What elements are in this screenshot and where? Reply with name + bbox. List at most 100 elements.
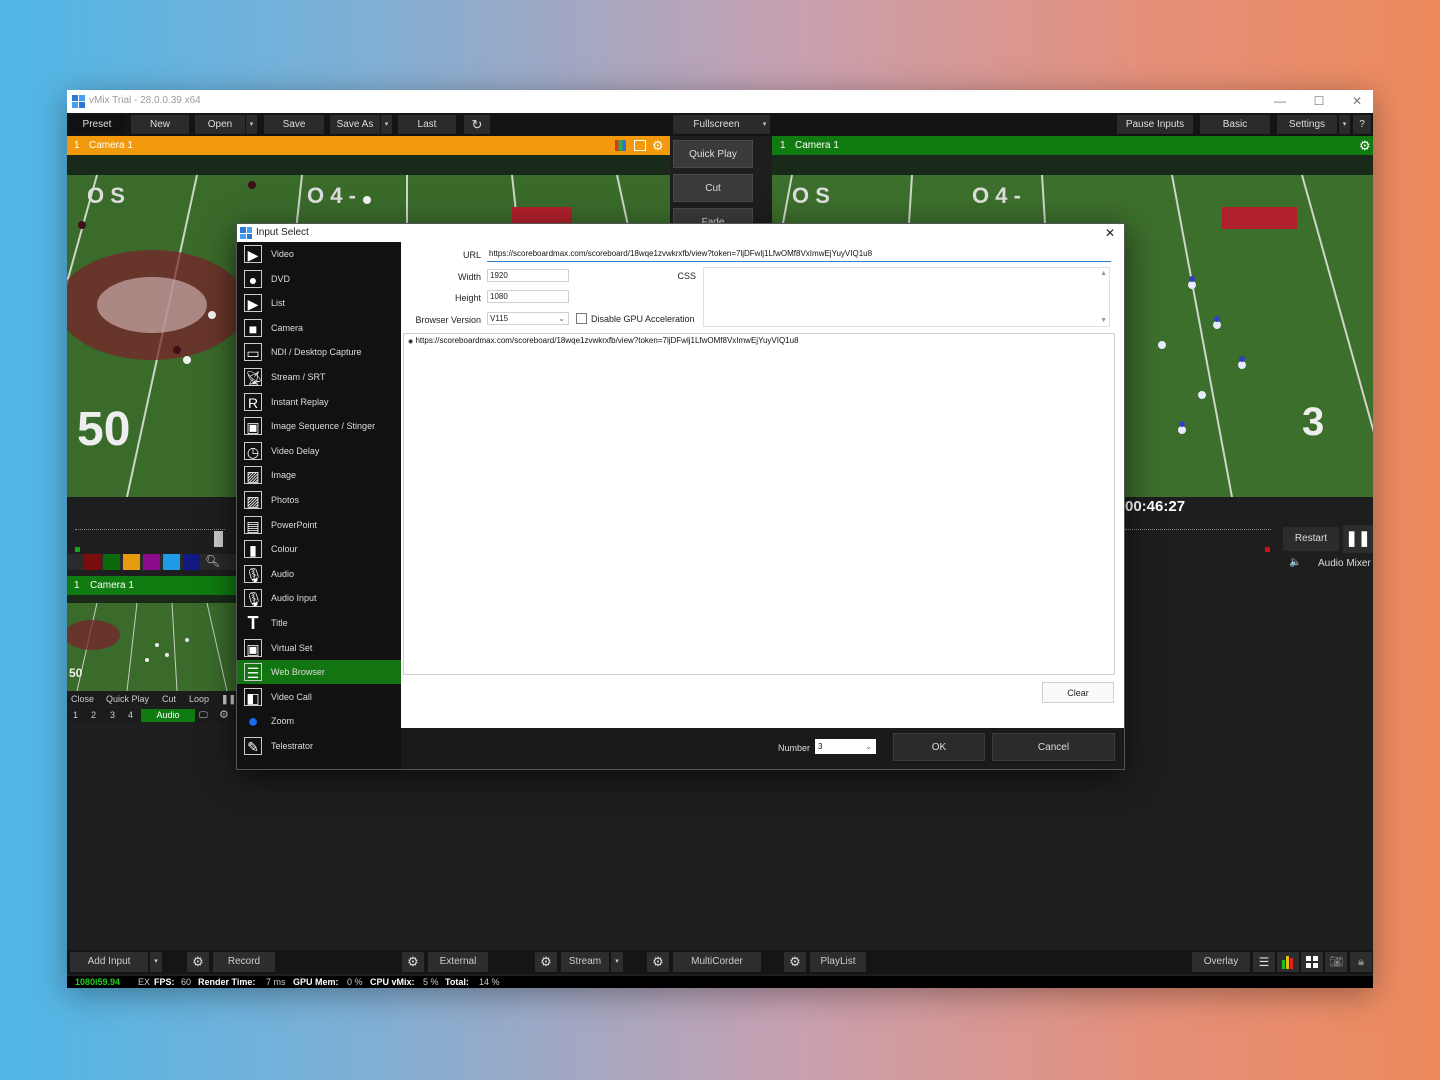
input-type-zoom[interactable]: ● Zoom (237, 709, 401, 733)
pause-icon[interactable]: ❚❚ (1343, 525, 1373, 553)
input-type-video-delay[interactable]: ◷ Video Delay (237, 439, 401, 463)
external-button[interactable]: External (428, 952, 488, 972)
input-type-image-sequence[interactable]: ▣ Image Sequence / Stinger (237, 414, 401, 438)
input-close-button[interactable]: Close (71, 692, 94, 706)
output-settings-gear-icon[interactable]: ⚙ (1359, 136, 1371, 155)
input-cut-button[interactable]: Cut (162, 692, 176, 706)
colour-tag-blue[interactable] (163, 554, 180, 570)
input-type-video[interactable]: ▶ Video (237, 242, 401, 266)
input-tile-thumbnail[interactable]: 50 (67, 595, 237, 691)
number-select[interactable]: 3 ⌄ (815, 739, 876, 754)
add-input-dropdown-icon[interactable]: ▾ (150, 952, 162, 972)
cut-button[interactable]: Cut (673, 174, 753, 202)
quick-play-button[interactable]: Quick Play (673, 140, 753, 168)
input-type-powerpoint[interactable]: ▤ PowerPoint (237, 513, 401, 537)
input-type-camera[interactable]: ■ Camera (237, 316, 401, 340)
input-quick-play-button[interactable]: Quick Play (106, 692, 149, 706)
output-scrubber[interactable] (1125, 529, 1271, 530)
fullscreen-dropdown-icon[interactable]: ▾ (759, 115, 770, 134)
cancel-button[interactable]: Cancel (992, 733, 1115, 761)
search-icon[interactable]: 🔍︎ (205, 554, 220, 568)
input-type-image[interactable]: ▨ Image (237, 463, 401, 487)
input-type-audio-input[interactable]: 🎙︎ Audio Input (237, 586, 401, 610)
input-type-dvd[interactable]: ● DVD (237, 267, 401, 291)
refresh-icon[interactable]: ↻ (464, 115, 490, 134)
colour-tag-green[interactable] (103, 554, 120, 570)
input-type-audio[interactable]: 🎙︎ Audio (237, 562, 401, 586)
browser-version-select[interactable]: V115 ⌄ (487, 312, 569, 325)
restart-button[interactable]: Restart (1283, 527, 1339, 551)
scroll-up-icon[interactable]: ▲ (1100, 270, 1107, 277)
fullscreen-button[interactable]: Fullscreen (673, 115, 760, 134)
preview-scrubber[interactable] (75, 529, 225, 530)
input-type-telestrator[interactable]: ✎ Telestrator (237, 734, 401, 758)
open-button[interactable]: Open (195, 115, 245, 134)
record-button[interactable]: Record (213, 952, 275, 972)
close-window-button[interactable]: ✕ (1349, 93, 1365, 109)
pause-inputs-button[interactable]: Pause Inputs (1117, 115, 1193, 134)
input-audio-button[interactable]: Audio (141, 709, 195, 722)
camera-snapshot-icon[interactable]: 📷︎ (1325, 952, 1347, 972)
multiview-grid-icon[interactable] (1301, 952, 1323, 972)
preview-settings-gear-icon[interactable]: ⚙ (652, 136, 664, 155)
overlay-button[interactable]: Overlay (1192, 952, 1250, 972)
save-button[interactable]: Save (264, 115, 324, 134)
input-type-video-call[interactable]: ◧ Video Call (237, 685, 401, 709)
input-type-replay[interactable]: R Instant Replay (237, 390, 401, 414)
ok-button[interactable]: OK (893, 733, 985, 761)
add-input-button[interactable]: Add Input (70, 952, 148, 972)
record-settings-gear-icon[interactable]: ⚙ (187, 952, 209, 972)
audio-meter-icon[interactable] (1277, 952, 1299, 972)
audio-mixer-speaker-icon[interactable]: 🔈 (1289, 557, 1301, 568)
new-button[interactable]: New (131, 115, 189, 134)
multicorder-button[interactable]: MultiCorder (673, 952, 761, 972)
stream-settings-gear-icon[interactable]: ⚙ (535, 952, 557, 972)
css-textarea[interactable]: ▲ ▼ (703, 267, 1110, 327)
multicorder-settings-gear-icon[interactable]: ⚙ (647, 952, 669, 972)
menu-lines-icon[interactable]: ☰ (1253, 952, 1275, 972)
height-input[interactable]: 1080 (487, 290, 569, 303)
audio-mixer-label[interactable]: Audio Mixer (1318, 558, 1371, 569)
input-type-web-browser[interactable]: ☰ Web Browser (237, 660, 401, 685)
overlay-2-button[interactable]: 2 (91, 708, 96, 723)
settings-dropdown-icon[interactable]: ▾ (1339, 115, 1350, 134)
external-settings-gear-icon[interactable]: ⚙ (402, 952, 424, 972)
overlay-4-button[interactable]: 4 (128, 708, 133, 723)
colour-correction-icon[interactable] (615, 140, 626, 151)
lock-icon[interactable]: 🔒︎ (1350, 952, 1372, 972)
save-as-dropdown-icon[interactable]: ▾ (381, 115, 392, 134)
scroll-down-icon[interactable]: ▼ (1100, 317, 1107, 324)
last-button[interactable]: Last (398, 115, 456, 134)
input-monitor-icon[interactable]: 🖵 (199, 708, 208, 723)
clear-button[interactable]: Clear (1042, 682, 1114, 703)
input-tile-header[interactable]: 1 Camera 1 (67, 576, 237, 595)
stream-button[interactable]: Stream (561, 952, 609, 972)
overlay-3-button[interactable]: 3 (110, 708, 115, 723)
input-type-desktop-capture[interactable]: ▭ NDI / Desktop Capture (237, 340, 401, 364)
basic-button[interactable]: Basic (1200, 115, 1270, 134)
save-as-button[interactable]: Save As (330, 115, 380, 134)
input-type-title[interactable]: T Title (237, 611, 401, 635)
overlay-icon[interactable] (634, 140, 646, 151)
input-type-colour[interactable]: ▮ Colour (237, 537, 401, 561)
input-type-stream[interactable]: 📡︎ Stream / SRT (237, 365, 401, 389)
preset-button[interactable]: Preset (69, 115, 125, 134)
colour-tag-orange[interactable] (123, 554, 140, 570)
playlist-settings-gear-icon[interactable]: ⚙ (784, 952, 806, 972)
preview-scrubber-handle[interactable] (214, 531, 223, 547)
input-type-list[interactable]: ▶ List (237, 291, 401, 315)
settings-button[interactable]: Settings (1277, 115, 1337, 134)
disable-gpu-label[interactable]: Disable GPU Acceleration (591, 314, 695, 324)
disable-gpu-checkbox[interactable] (576, 313, 587, 324)
colour-tag-purple[interactable] (143, 554, 160, 570)
colour-tag-navy[interactable] (183, 554, 200, 570)
url-input[interactable]: https://scoreboardmax.com/scoreboard/18w… (487, 247, 1111, 262)
dialog-close-icon[interactable]: ✕ (1105, 224, 1115, 242)
stream-dropdown-icon[interactable]: ▾ (611, 952, 623, 972)
help-button[interactable]: ? (1353, 115, 1371, 134)
width-input[interactable]: 1920 (487, 269, 569, 282)
colour-tag-red[interactable] (84, 554, 101, 570)
overlay-1-button[interactable]: 1 (73, 708, 78, 723)
input-type-photos[interactable]: ▨ Photos (237, 488, 401, 512)
input-settings-gear-icon[interactable]: ⚙ (219, 708, 229, 723)
